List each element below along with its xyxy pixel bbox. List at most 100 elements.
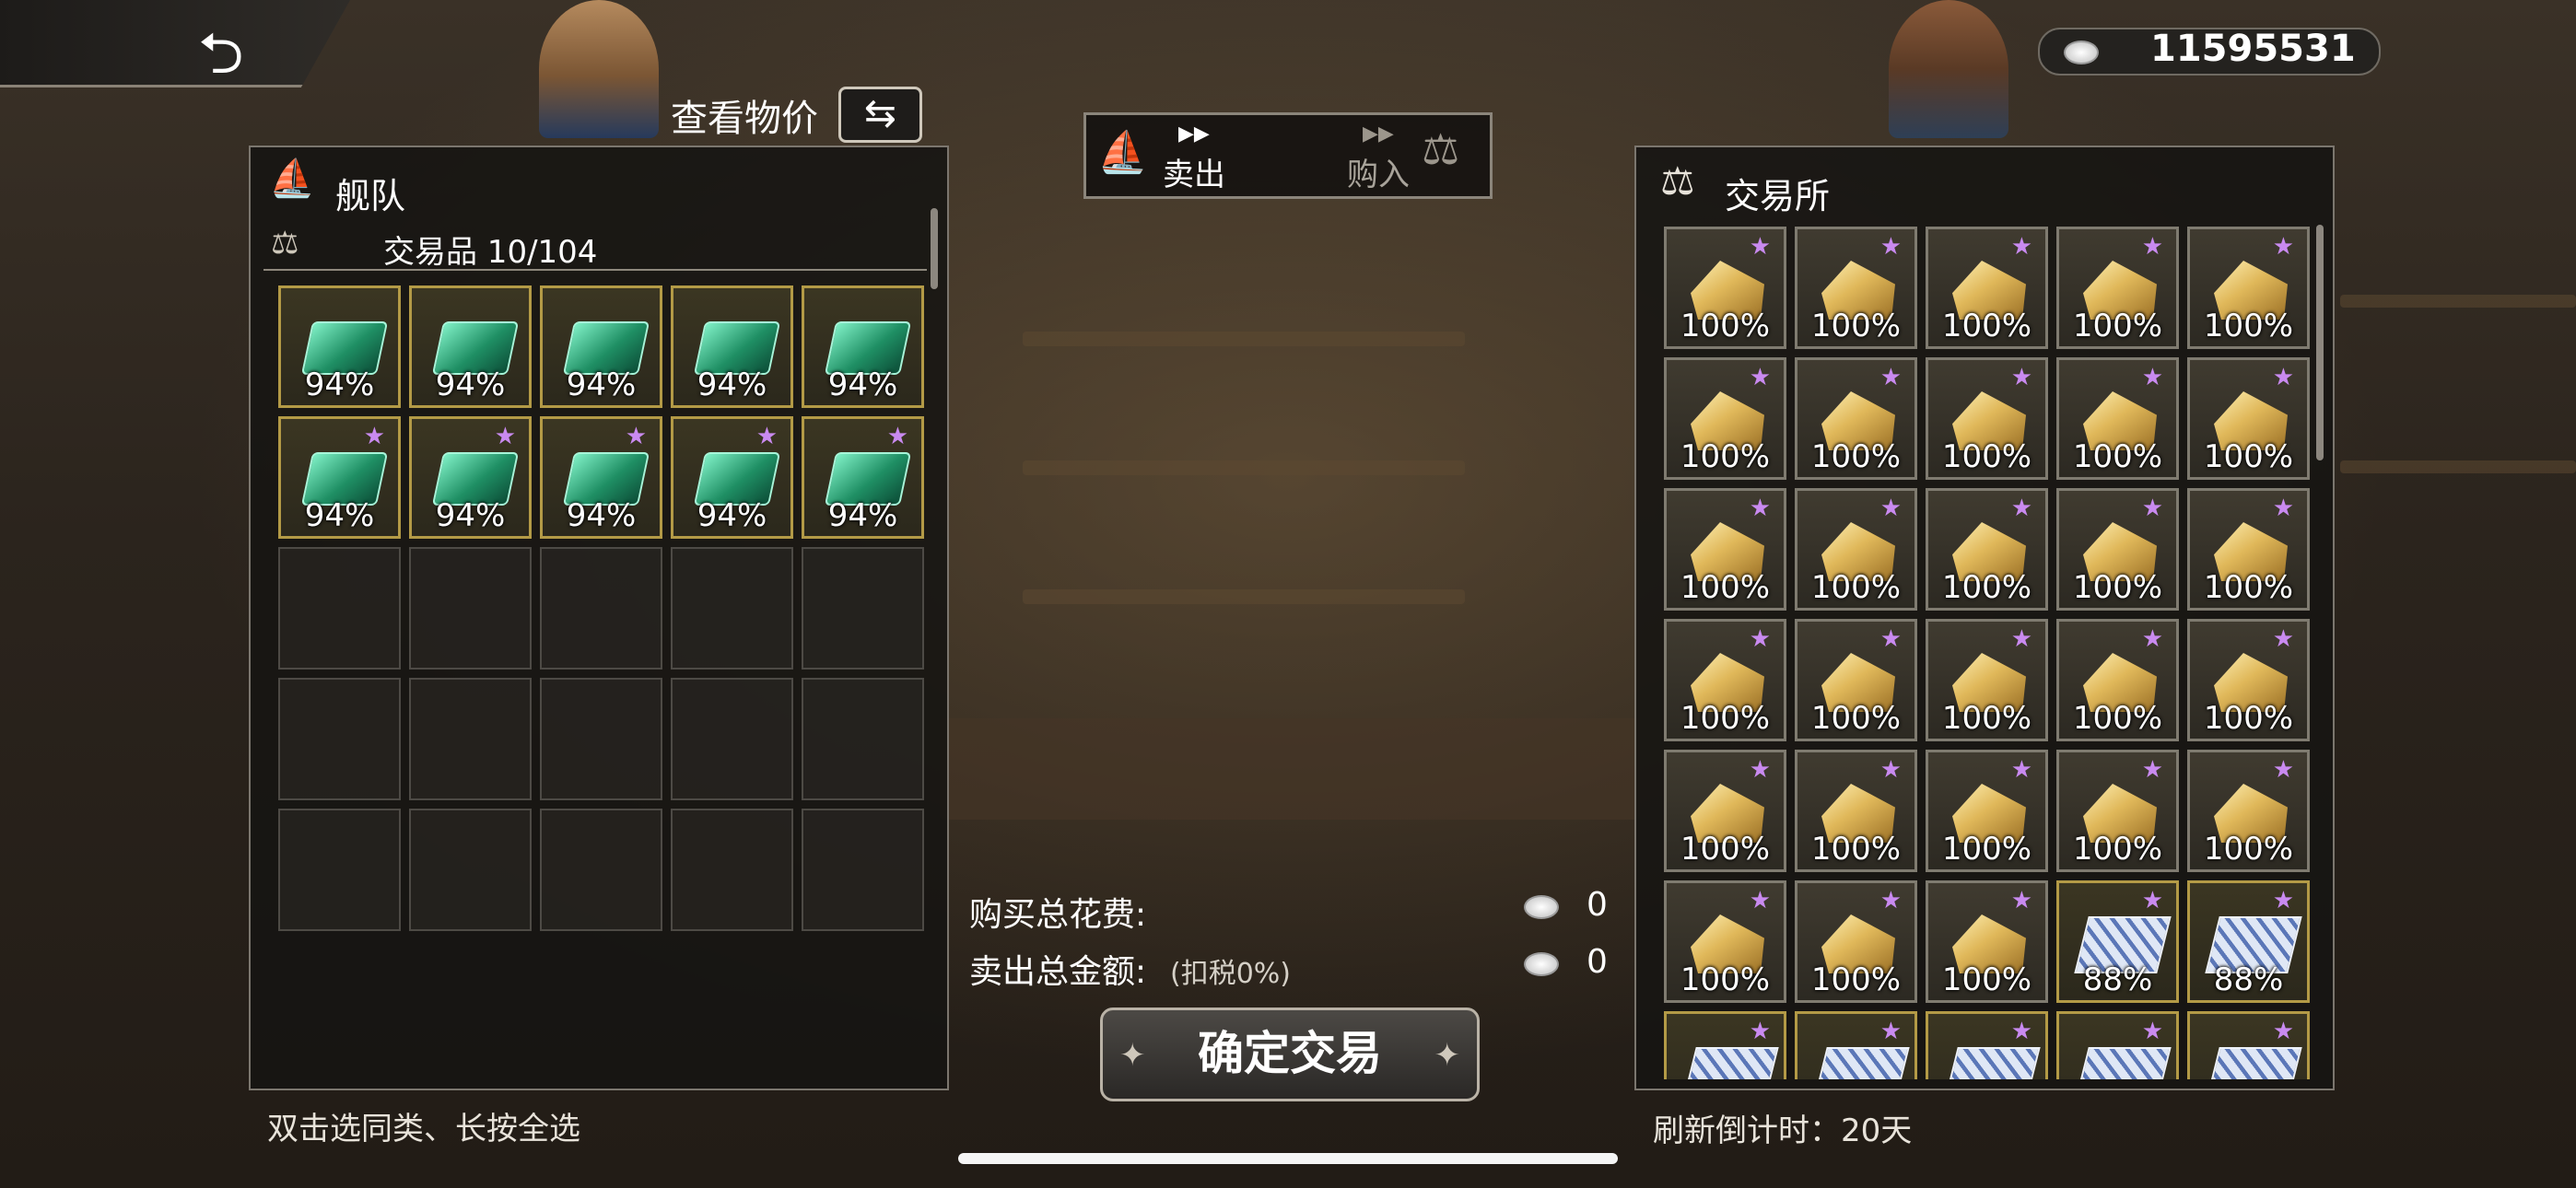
item-percent: 100% [1941,308,2032,344]
buy-total-label: 购买总花费: [969,896,1147,934]
fleet-item-slot[interactable]: ★ 94% [540,416,662,539]
empty-slot [409,809,532,931]
exchange-item-slot[interactable]: ★ 100% [1926,619,2048,741]
item-percent: 88% [2213,961,2284,998]
exchange-item-slot[interactable]: ★ 100% [1664,750,1786,872]
exchange-item-slot[interactable]: ★ 100% [2187,619,2310,741]
star-icon: ★ [2141,756,2163,784]
exchange-item-slot[interactable]: ★ 100% [1926,227,2048,349]
exchange-viewport: ★ 100% ★ 100% ★ 100% ★ 100% ★ 100% ★ 100% ★ 100% ★ 100%… [1664,227,2320,1079]
fleet-item-slot[interactable]: 94% [802,285,924,408]
star-icon: ★ [2010,1018,2032,1045]
exchange-item-slot[interactable]: ★ 100% [1795,619,1917,741]
confirm-trade-label: 确定交易 [1198,1027,1382,1080]
item-percent: 100% [1810,569,1902,606]
item-percent: 100% [1810,700,1902,737]
item-percent: 100% [1941,700,2032,737]
confirm-trade-button[interactable]: ✦ 确定交易 ✦ [1100,1007,1480,1101]
item-percent: 100% [2203,700,2294,737]
exchange-item-slot[interactable]: ★ 88% [2056,880,2179,1003]
star-icon: ★ [2010,233,2032,261]
exchange-item-slot[interactable]: ★ 100% [2187,750,2310,872]
star-icon: ★ [1879,495,1902,522]
exchange-item-slot[interactable]: ★ 100% [2187,227,2310,349]
buy-tab[interactable]: 购入 [1347,149,1410,194]
item-percent: 100% [1810,438,1902,475]
exchange-item-slot[interactable]: ★ 100% [1795,880,1917,1003]
porcelain-icon [1943,1047,2041,1079]
exchange-item-slot[interactable]: ★ [2056,1011,2179,1079]
exchange-item-slot[interactable]: ★ 100% [2056,750,2179,872]
exchange-item-slot[interactable]: ★ 100% [1926,880,2048,1003]
fleet-item-slot[interactable]: 94% [409,285,532,408]
scale-icon: ⚖ [271,225,299,262]
fleet-scrollbar[interactable] [931,208,938,289]
exchange-item-slot[interactable]: ★ 100% [1664,488,1786,611]
sell-tab[interactable]: 卖出 [1163,149,1225,194]
exchange-item-slot[interactable]: ★ 100% [1795,227,1917,349]
exchange-item-slot[interactable]: ★ [1926,1011,2048,1079]
item-percent: 100% [2072,700,2163,737]
empty-slot [409,678,532,800]
empty-slot [278,547,401,670]
star-icon: ★ [1879,887,1902,914]
exchange-panel: ⚖ 交易所 ★ 100% ★ 100% ★ 100% ★ 100% ★ 100% ★ 100% ★ 100… [1634,146,2335,1090]
exchange-item-slot[interactable]: ★ 100% [2056,357,2179,480]
exchange-item-slot[interactable]: ★ 88% [2187,880,2310,1003]
fleet-item-slot[interactable]: ★ 94% [409,416,532,539]
exchange-item-slot[interactable]: ★ [2187,1011,2310,1079]
fleet-item-slot[interactable]: 94% [540,285,662,408]
empty-slot [671,809,793,931]
item-percent: 94% [697,367,767,403]
star-icon: ★ [363,423,385,450]
exchange-item-slot[interactable]: ★ 100% [1795,750,1917,872]
fleet-item-slot[interactable]: ★ 94% [278,416,401,539]
selection-hint: 双击选同类、长按全选 [267,1111,580,1147]
empty-slot [409,547,532,670]
item-percent: 100% [1941,438,2032,475]
exchange-title: 交易所 [1725,176,1831,216]
exchange-item-slot[interactable]: ★ 100% [2187,357,2310,480]
sell-arrow-icon: ▶▶ [1178,122,1210,146]
star-icon: ★ [2141,364,2163,391]
fleet-item-slot[interactable]: 94% [671,285,793,408]
silver-coins-icon [1524,952,1559,976]
trade-mode-toggle[interactable]: ⛵ ▶▶ ▶▶ ⚖ [1083,112,1493,199]
exchange-item-slot[interactable]: ★ 100% [2056,227,2179,349]
exchange-item-slot[interactable]: ★ 100% [1926,750,2048,872]
exchange-item-slot[interactable]: ★ 100% [2056,619,2179,741]
exchange-item-slot[interactable]: ★ 100% [1664,619,1786,741]
fleet-item-slot[interactable]: ★ 94% [671,416,793,539]
exchange-item-slot[interactable]: ★ 100% [1795,357,1917,480]
star-icon: ★ [2272,756,2294,784]
item-percent: 100% [1941,569,2032,606]
empty-slot [278,678,401,800]
exchange-item-slot[interactable]: ★ 100% [1664,880,1786,1003]
fleet-item-slot[interactable]: ★ 94% [802,416,924,539]
exchange-item-slot[interactable]: ★ 100% [1926,488,2048,611]
sell-tax-label: (扣税0%) [1170,958,1292,990]
exchange-item-slot[interactable]: ★ [1795,1011,1917,1079]
fleet-item-slot[interactable]: 94% [278,285,401,408]
empty-slot [671,678,793,800]
item-percent: 88% [2082,961,2153,998]
swap-button[interactable]: ⇆ [838,87,922,143]
exchange-item-slot[interactable]: ★ 100% [1926,357,2048,480]
star-icon: ★ [2141,495,2163,522]
star-icon: ★ [2272,887,2294,914]
exchange-item-slot[interactable]: ★ 100% [1795,488,1917,611]
home-indicator[interactable] [958,1153,1618,1164]
star-icon: ★ [625,423,647,450]
empty-slot [802,678,924,800]
exchange-item-slot[interactable]: ★ 100% [2056,488,2179,611]
check-price-label: 查看物价 [671,98,818,140]
exchange-item-slot[interactable]: ★ 100% [1664,227,1786,349]
empty-slot [802,809,924,931]
silver-coins-icon [2064,41,2099,64]
back-button[interactable]: ⮌ [0,0,350,87]
star-icon: ★ [1879,364,1902,391]
exchange-item-slot[interactable]: ★ 100% [1664,357,1786,480]
exchange-item-slot[interactable]: ★ 100% [2187,488,2310,611]
exchange-item-slot[interactable]: ★ [1664,1011,1786,1079]
item-percent: 100% [2203,831,2294,868]
